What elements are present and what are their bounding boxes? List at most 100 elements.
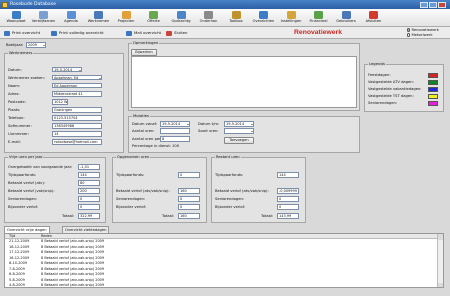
vrije-tijdspaarfonds-field[interactable]: 144 <box>78 172 100 178</box>
restant-betaald-verlof-atv-vak-snip-label: Betaald verlof (atv/vak/snip): <box>215 189 269 193</box>
vrije-betaald-verlof-atv-field[interactable]: 80 <box>78 180 100 186</box>
mail-overview-button[interactable]: Mail overzicht <box>125 29 161 37</box>
tab-ziektedagen[interactable]: Overzicht ziektedagen <box>62 226 110 233</box>
percentage-label: Percentage in dienst: <box>132 144 172 148</box>
vrije-seniorendagen-field[interactable]: 0 <box>78 196 100 202</box>
restant-betaald-verlof-atv-vak-snip-field[interactable]: -0,009999 <box>277 188 299 194</box>
printer-icon <box>51 30 57 36</box>
soort-uren-select[interactable] <box>224 128 254 134</box>
toolbar-button-label: Toolbox <box>229 19 243 23</box>
table-row[interactable]: 21-12-2009 8 Betaald verlof (atv-vak-snip… <box>5 239 437 244</box>
mail-icon <box>126 30 132 36</box>
bijwerken-button[interactable]: Bijwerken <box>131 49 157 56</box>
radio-metselwerk[interactable]: Metselwerk <box>407 33 433 37</box>
opgenomen-betaald-verlof-atv-vak-snip-field[interactable]: 160 <box>178 188 200 194</box>
toolbar-agenda-button[interactable]: Agenda <box>58 10 84 26</box>
tab-vrije-dagen[interactable]: Overzicht vrije dagen <box>4 226 50 233</box>
adres-label: Adres: <box>8 92 20 96</box>
cell-datum: 16-12-2009 <box>9 255 30 260</box>
toevoegen-button[interactable]: Toevoegen <box>224 137 254 144</box>
toolbar-werknemen-button[interactable]: Werknemen <box>86 10 112 26</box>
vrije-totaal-field: 322,99 <box>78 213 100 219</box>
close-window-button[interactable] <box>438 1 446 8</box>
toolbar-offerte-button[interactable]: Offerte <box>141 10 167 26</box>
toolbar-button-label: Instellingen <box>280 19 302 23</box>
legend-item-label: Feestdagen: <box>368 73 391 77</box>
toolbar-toolbox-button[interactable]: Toolbox <box>223 10 249 26</box>
naam-field[interactable]: Ed Appelman <box>52 82 102 89</box>
adres-field[interactable]: Middenstraat 41 <box>52 91 102 97</box>
toolbar-overzichten-button[interactable]: Overzichten <box>251 10 277 26</box>
boekjaar-select[interactable]: 2009 <box>26 42 46 48</box>
table-row[interactable]: 17-12-2009 8 Betaald verlof (atv-vak-snip… <box>5 250 437 255</box>
datum-tm-input[interactable]: 19-5-2014 <box>224 121 254 127</box>
sofinummer-field[interactable]: 138345988 <box>52 123 102 129</box>
restant-bijzonder-verlof-field[interactable]: 0 <box>277 204 299 210</box>
werknemer-zoeken-field[interactable]: Appelman, Ed <box>52 74 102 81</box>
toolbar-projecten-button[interactable]: Projecten <box>113 10 139 26</box>
table-row[interactable]: 18-12-2009 8 Betaald verlof (atv-vak-snip… <box>5 245 437 250</box>
toolbar-onderhan-button[interactable]: Onderhan <box>196 10 222 26</box>
opmerkingen-textarea[interactable] <box>131 56 357 108</box>
cell-datum: 5-8-2009 <box>9 277 25 282</box>
aantal-per-dag-input[interactable]: 8 <box>160 136 190 142</box>
toolbar-verblijfaanen-button[interactable]: Verblijfaanen <box>31 10 57 26</box>
postcode-field[interactable]: 1012 W <box>52 99 68 105</box>
opgenomen-tijdspaarfonds-field[interactable]: 0 <box>178 172 200 178</box>
telefoon-field[interactable]: 0123-515704 <box>52 115 102 121</box>
opgenomen-seniorendagen-field[interactable]: 0 <box>178 196 200 202</box>
table-row[interactable]: 4-8-2009 8 Betaald verlof (atv-vak-snip) … <box>5 283 437 287</box>
column-header-reden[interactable]: Reden <box>41 234 52 239</box>
cell-datum: 4-8-2009 <box>9 283 25 287</box>
plaats-field[interactable]: Groningen <box>52 107 102 113</box>
column-header-tijd[interactable]: Tijd <box>9 234 15 239</box>
close-button[interactable]: Sluiten <box>165 29 187 37</box>
telefoon-label: Telefoon: <box>8 116 25 121</box>
table-row[interactable]: 7-8-2009 8 Betaald verlof (atv-vak-snip) … <box>5 267 437 272</box>
datum-field[interactable]: 19-5-2014 <box>52 66 82 73</box>
cell-datum: 17-12-2009 <box>9 250 30 254</box>
legend-item-label: Seniorendagen: <box>368 101 398 105</box>
table-row[interactable]: 5-8-2009 8 Betaald verlof (atv-vak-snip) … <box>5 278 437 283</box>
toolbar-woonplaat-button[interactable]: Woonplaat <box>3 10 29 26</box>
toolbar-instellingen-button[interactable]: Instellingen <box>278 10 304 26</box>
uurnmmer-field[interactable]: 14 <box>52 131 102 137</box>
toolbar-gebruikers-button[interactable]: Gebruikers <box>333 10 359 26</box>
minimize-button[interactable] <box>420 1 428 8</box>
radio-label: Renovatiewerk <box>411 28 439 32</box>
datum-vanaf-input[interactable]: 19-5-2014 <box>160 121 190 127</box>
restant-tijdspaarfonds-field[interactable]: 144 <box>277 172 299 178</box>
toolbar-afsluiten-button[interactable]: Afsluiten <box>361 10 387 26</box>
e-mail-label: E-mail: <box>8 140 21 145</box>
table-header: Tijd Reden <box>5 234 437 239</box>
table-row[interactable]: 16-12-2009 8 Betaald verlof (atv-vak-snip… <box>5 256 437 261</box>
table-scrollbar[interactable] <box>437 234 443 287</box>
vrije-betaald-verlof-vak-snip-field[interactable]: 200 <box>78 188 100 194</box>
table-row[interactable]: 8-10-2009 8 Betaald verlof (atv-vak-snip)… <box>5 261 437 266</box>
print-overview-label: Print overzicht <box>12 30 41 35</box>
vrije-overgeboekt-van-voorgaande-jaar-field[interactable]: -1,01 <box>78 164 100 170</box>
cell-reden: 8 Betaald verlof (atv-vak-snip) 2009 <box>41 277 105 282</box>
maximize-button[interactable] <box>429 1 437 8</box>
opgenomen-bijzonder-verlof-field[interactable]: 0 <box>178 204 200 210</box>
overzichten-icon <box>259 11 268 19</box>
e-mail-field[interactable]: rsdonbase@hotmail.com <box>52 139 102 145</box>
opgenomen-tijdspaarfonds-label: Tijdspaarfonds: <box>116 173 145 177</box>
datum-tm-label: Datum t/m: <box>198 122 220 126</box>
table-row[interactable]: 6-8-2009 8 Betaald verlof (atv-vak-snip) … <box>5 272 437 277</box>
print-overview-button[interactable]: Print overzicht <box>3 29 40 37</box>
cell-reden: 8 Betaald verlof (atv-vak-snip) 2009 <box>41 255 105 260</box>
restant-seniorendagen-field[interactable]: 0 <box>277 196 299 202</box>
restant-totaal-field: 143,99 <box>277 213 299 219</box>
toolbar-opdrachtg-button[interactable]: Opdrachtg <box>168 10 194 26</box>
toolbar-financieel-button[interactable]: Financieel <box>306 10 332 26</box>
toolbox-icon <box>231 11 241 19</box>
aantal-uren-input[interactable] <box>160 128 190 134</box>
scroll-down-arrow-icon[interactable] <box>438 283 443 287</box>
scroll-up-arrow-icon[interactable] <box>438 234 443 240</box>
radio-renovatiewerk[interactable]: Renovatiewerk <box>407 28 439 32</box>
vrije-bijzonder-verlof-field[interactable]: 0 <box>78 204 100 210</box>
datum-label: Datum: <box>8 67 22 72</box>
cell-reden: 8 Betaald verlof (atv-vak-snip) 2009 <box>41 272 105 276</box>
print-full-overview-button[interactable]: Print volledig overzicht <box>50 29 104 37</box>
